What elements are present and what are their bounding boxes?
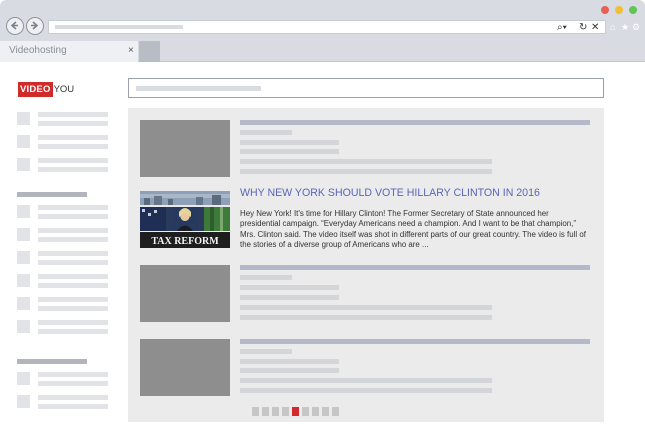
address-text [55,25,183,29]
sidebar-icon[interactable] [17,158,30,171]
forward-arrow-icon [31,21,39,30]
sidebar-section-heading [17,359,87,364]
video-meta-placeholder [240,295,339,300]
address-bar[interactable]: ⌕▾ ↻ ✕ [48,20,606,34]
back-arrow-icon [10,21,18,30]
featured-video-title[interactable]: WHY NEW YORK SHOULD VOTE HILLARY CLINTON… [240,187,540,199]
video-thumbnail[interactable] [140,265,230,322]
thumbnail-caption: TAX REFORM [151,236,219,247]
new-tab-button[interactable] [139,41,160,62]
video-meta-placeholder [240,368,339,373]
close-window-button[interactable] [601,6,609,14]
sidebar-item[interactable] [38,329,108,334]
sidebar-icon[interactable] [17,274,30,287]
tab-videohosting[interactable]: Videohosting × [0,41,138,62]
sidebar-item[interactable] [38,144,108,149]
sidebar-section-heading [17,192,87,197]
video-thumbnail[interactable] [140,120,230,177]
sidebar-item[interactable] [38,214,108,219]
video-meta-placeholder [240,359,339,364]
stop-icon[interactable]: ✕ [591,22,599,34]
search-icon[interactable]: ⌕▾ [557,22,567,34]
page-button[interactable] [302,407,309,416]
page-button[interactable] [282,407,289,416]
search-placeholder [136,86,261,91]
sidebar-item[interactable] [38,228,108,233]
sidebar-icon[interactable] [17,205,30,218]
sidebar-item[interactable] [38,381,108,386]
video-meta-placeholder [240,169,492,174]
logo-video: VIDEO [18,82,53,97]
site-search-input[interactable] [128,78,604,98]
sidebar-item[interactable] [38,274,108,279]
video-meta-placeholder [240,315,492,320]
page-button[interactable] [322,407,329,416]
video-thumbnail[interactable] [140,339,230,396]
sidebar-item[interactable] [38,167,108,172]
video-title-placeholder[interactable] [240,265,590,270]
video-meta-placeholder [240,275,292,280]
sidebar-icon[interactable] [17,135,30,148]
sidebar-icon[interactable] [17,251,30,264]
video-meta-placeholder [240,140,339,145]
sidebar-icon[interactable] [17,297,30,310]
featured-video-thumbnail[interactable]: TAX REFORM [140,191,230,248]
video-title-placeholder[interactable] [240,339,590,344]
sidebar-item[interactable] [38,297,108,302]
video-feed: TAX REFORM WHY NEW YORK SHOULD VOTE HILL… [128,108,604,422]
pagination [252,407,339,416]
sidebar-item[interactable] [38,135,108,140]
sidebar-item[interactable] [38,395,108,400]
video-meta-placeholder [240,159,492,164]
page-button[interactable] [252,407,259,416]
sidebar-item[interactable] [38,260,108,265]
sidebar-item[interactable] [38,158,108,163]
video-title-placeholder[interactable] [240,120,590,125]
minimize-window-button[interactable] [615,6,623,14]
forward-button[interactable] [26,17,44,35]
sidebar-item[interactable] [38,112,108,117]
video-meta-placeholder [240,378,492,383]
star-icon[interactable]: ★ [621,22,629,32]
home-icon[interactable]: ⌂ [610,22,615,32]
sidebar-item[interactable] [38,205,108,210]
settings-gear-icon[interactable]: ⚙ [632,22,640,32]
sidebar-icon[interactable] [17,228,30,241]
video-meta-placeholder [240,285,339,290]
featured-video-description: Hey New York! It's time for Hillary Clin… [240,209,586,249]
sidebar-icon[interactable] [17,372,30,385]
tab-title: Videohosting [9,45,67,56]
sidebar-icon[interactable] [17,320,30,333]
page-button-active[interactable] [292,407,299,416]
sidebar-item[interactable] [38,320,108,325]
page-button[interactable] [262,407,269,416]
reload-icon[interactable]: ↻ [579,22,587,34]
video-meta-placeholder [240,388,492,393]
video-meta-placeholder [240,305,492,310]
sidebar-icon[interactable] [17,112,30,125]
sidebar-item[interactable] [38,404,108,409]
back-button[interactable] [6,17,24,35]
sidebar-item[interactable] [38,251,108,256]
logo-you: YOU [53,84,75,95]
sidebar-icon[interactable] [17,395,30,408]
thumbnail-image: TAX REFORM [140,191,230,248]
tab-close-icon[interactable]: × [128,45,134,57]
sidebar-item[interactable] [38,372,108,377]
maximize-window-button[interactable] [629,6,637,14]
site-logo[interactable]: VIDEO YOU [18,82,74,97]
sidebar-item[interactable] [38,283,108,288]
sidebar-item[interactable] [38,121,108,126]
sidebar-item[interactable] [38,237,108,242]
sidebar-item[interactable] [38,306,108,311]
video-meta-placeholder [240,130,292,135]
video-meta-placeholder [240,149,339,154]
page-button[interactable] [332,407,339,416]
video-meta-placeholder [240,349,292,354]
page-button[interactable] [312,407,319,416]
page-button[interactable] [272,407,279,416]
